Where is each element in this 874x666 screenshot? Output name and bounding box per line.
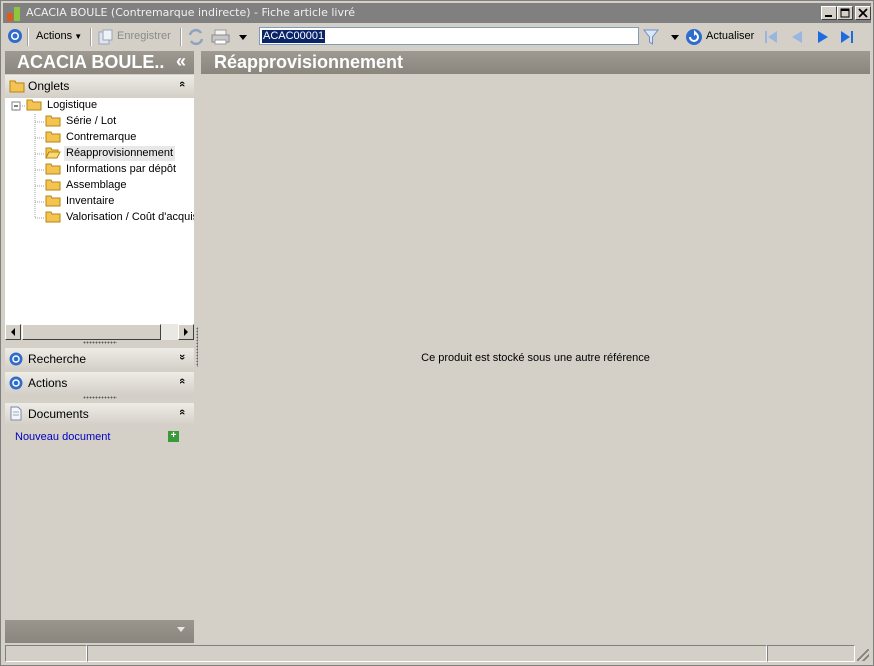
target-circle-icon — [9, 352, 23, 366]
tree-horizontal-scrollbar[interactable] — [5, 324, 194, 340]
article-code-value: ACAC00001 — [262, 30, 326, 43]
tabs-section-label: Onglets — [28, 79, 70, 93]
splitter-grip[interactable] — [83, 396, 117, 399]
folder-icon — [45, 195, 61, 207]
save-button[interactable]: Enregistrer — [117, 30, 171, 42]
app-logo-icon — [7, 7, 20, 21]
left-panel-title: ACACIA BOULE.. — [17, 52, 165, 72]
refresh-icon — [686, 29, 702, 45]
minimize-button[interactable] — [821, 6, 837, 20]
maximize-button[interactable] — [837, 6, 853, 20]
tree-node-label: Inventaire — [66, 195, 115, 207]
actions-section-label: Actions — [28, 376, 68, 390]
add-document-icon[interactable]: + — [168, 431, 179, 442]
new-document-link[interactable]: Nouveau document — [15, 431, 110, 443]
scroll-left-button[interactable] — [5, 324, 21, 340]
search-section-header[interactable]: Recherche » — [5, 348, 194, 370]
tree-node-label: Réapprovisionnement — [64, 146, 176, 161]
maximize-icon — [840, 8, 850, 18]
documents-section-header[interactable]: Documents « — [5, 403, 194, 425]
tabs-tree: Logistique Série / Lot Contremarque Réap… — [5, 98, 194, 324]
filter-dropdown-icon[interactable] — [671, 35, 679, 40]
refresh-button[interactable]: Actualiser — [706, 30, 754, 42]
arrow-right-icon — [184, 328, 188, 336]
folder-icon — [45, 115, 61, 127]
page-title: Réapprovisionnement — [214, 52, 404, 72]
folder-icon — [26, 99, 42, 111]
arrow-left-icon — [11, 328, 15, 336]
filter-icon[interactable] — [643, 28, 659, 46]
print-icon[interactable] — [211, 29, 231, 45]
folder-icon — [45, 131, 61, 143]
chevron-down-icon[interactable] — [177, 627, 185, 632]
tree-node-label: Logistique — [47, 99, 98, 111]
save-icon — [98, 29, 113, 45]
first-record-icon[interactable] — [763, 29, 779, 45]
documents-section-label: Documents — [28, 407, 89, 421]
dropdown-arrow-icon: ▼ — [72, 32, 83, 41]
chevron-up-icon[interactable]: « — [176, 378, 188, 384]
main-panel-header: Réapprovisionnement — [201, 51, 870, 74]
minimize-icon — [825, 15, 832, 17]
search-section-label: Recherche — [28, 352, 87, 366]
vertical-splitter-grip[interactable] — [196, 327, 198, 367]
resize-grip-icon[interactable] — [857, 649, 869, 661]
toolbar-separator — [90, 28, 92, 46]
folder-icon — [45, 211, 61, 223]
folder-icon — [9, 80, 25, 93]
application-window: ACACIA BOULE (Contremarque indirecte) - … — [0, 0, 874, 666]
left-panel-header: ACACIA BOULE.. « — [5, 51, 194, 74]
info-message: Ce produit est stocké sous une autre réf… — [421, 352, 650, 364]
tree-node-label: Assemblage — [66, 179, 127, 191]
chevron-up-icon[interactable]: « — [176, 81, 188, 87]
scroll-right-button[interactable] — [178, 324, 194, 340]
target-circle-icon — [9, 376, 23, 390]
actions-menu-button[interactable]: Actions ▼ — [36, 30, 82, 42]
print-dropdown-icon[interactable] — [239, 35, 247, 40]
tree-node-label: Série / Lot — [66, 115, 117, 127]
actions-section-header[interactable]: Actions « — [5, 372, 194, 394]
document-icon — [10, 406, 22, 421]
window-title: ACACIA BOULE (Contremarque indirecte) - … — [26, 6, 356, 19]
article-code-input[interactable]: ACAC00001 — [259, 27, 639, 45]
previous-record-icon[interactable] — [789, 29, 805, 45]
tree-node-label: Contremarque — [66, 131, 137, 143]
splitter-grip[interactable] — [83, 341, 117, 344]
status-panel — [5, 645, 87, 662]
close-icon — [858, 8, 868, 18]
status-panel — [87, 645, 767, 662]
actions-menu-label: Actions — [36, 30, 73, 42]
collapse-panel-button[interactable]: « — [176, 51, 186, 72]
toolbar: Actions ▼ Enregistrer ACAC00001 Actualis… — [3, 25, 871, 49]
navigation-circle-icon[interactable] — [7, 28, 23, 44]
folder-icon — [45, 179, 61, 191]
scroll-thumb[interactable] — [22, 324, 161, 340]
close-button[interactable] — [855, 6, 871, 20]
chevron-down-icon[interactable]: » — [176, 354, 188, 360]
last-record-icon[interactable] — [839, 29, 855, 45]
status-panel — [767, 645, 855, 662]
folder-open-icon — [45, 147, 61, 159]
next-record-icon[interactable] — [815, 29, 831, 45]
chevron-up-icon[interactable]: « — [176, 409, 188, 415]
toolbar-separator — [27, 28, 29, 46]
sync-icon[interactable] — [187, 28, 205, 46]
tree-node-label: Informations par dépôt — [66, 163, 177, 175]
toolbar-separator — [180, 28, 182, 46]
status-bar — [3, 645, 871, 663]
title-bar[interactable]: ACACIA BOULE (Contremarque indirecte) - … — [3, 3, 871, 23]
folder-icon — [45, 163, 61, 175]
tabs-section-header[interactable]: Onglets « — [5, 75, 194, 97]
left-panel-footer — [5, 620, 194, 643]
tree-node-label: Valorisation / Coût d'acquis — [66, 211, 194, 223]
